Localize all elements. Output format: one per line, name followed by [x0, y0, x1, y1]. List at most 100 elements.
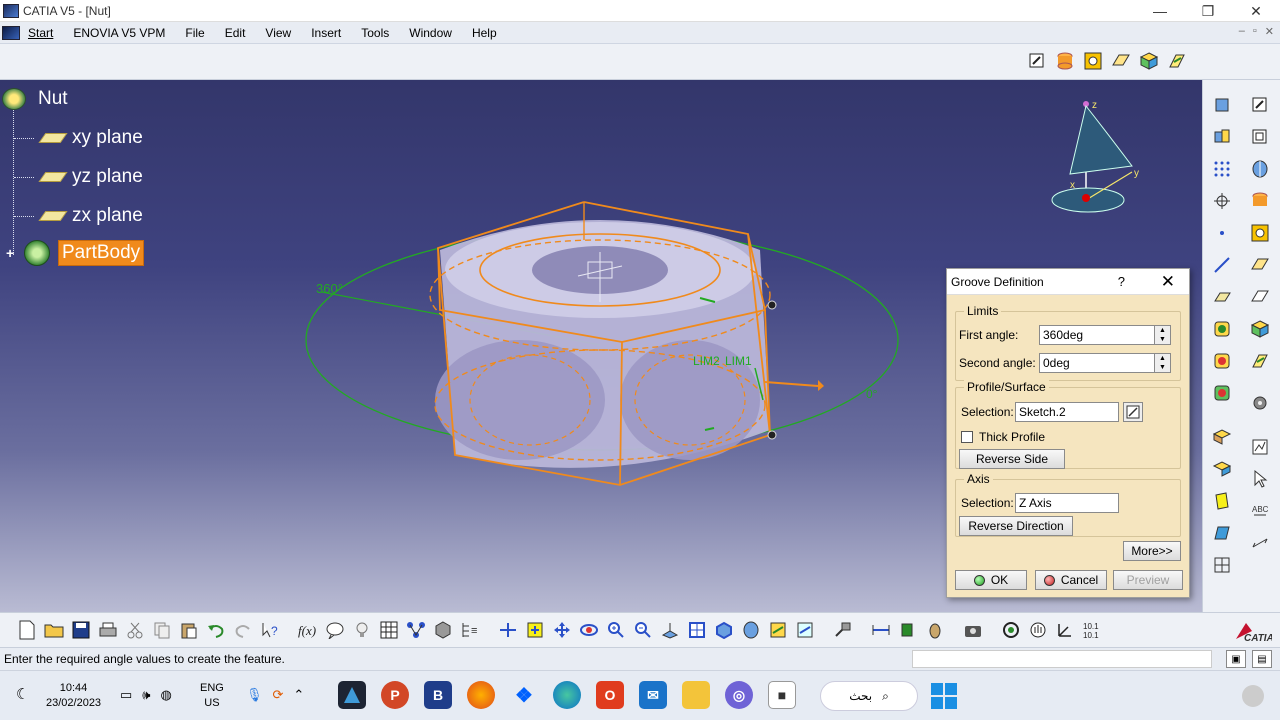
firefox-icon[interactable]	[467, 681, 495, 709]
capture-camera-icon[interactable]	[962, 619, 984, 641]
multi-view-icon[interactable]	[686, 619, 708, 641]
second-angle-input[interactable]: 0deg ▲ ▼	[1039, 353, 1171, 373]
power-input-field[interactable]	[912, 650, 1212, 668]
catia-taskbar-icon[interactable]	[338, 681, 366, 709]
formula-icon[interactable]: f(x)	[297, 619, 319, 641]
boolean-icon[interactable]	[1211, 350, 1233, 372]
menu-enovia[interactable]: ENOVIA V5 VPM	[63, 26, 175, 40]
pocket-icon[interactable]	[1082, 50, 1104, 72]
first-angle-spinner[interactable]: ▲ ▼	[1154, 326, 1170, 344]
menu-edit[interactable]: Edit	[215, 26, 256, 40]
table-icon[interactable]	[378, 619, 400, 641]
menu-help[interactable]: Help	[462, 26, 507, 40]
thickness-icon[interactable]	[1211, 490, 1233, 512]
grid-icon[interactable]	[1211, 158, 1233, 180]
preview-button[interactable]: Preview	[1113, 570, 1183, 590]
profile-selection-input[interactable]: Sketch.2	[1015, 402, 1119, 422]
multi-body-icon[interactable]	[1211, 126, 1233, 148]
tools-palette-icon[interactable]	[1211, 94, 1233, 116]
widgets-icon[interactable]	[1242, 685, 1264, 707]
cube-feature-icon[interactable]	[1249, 318, 1271, 340]
annotation-icon[interactable]	[1249, 436, 1271, 458]
windows-start-button[interactable]	[931, 683, 957, 709]
fit-all-icon[interactable]	[524, 619, 546, 641]
measure-between-icon[interactable]	[870, 619, 892, 641]
reverse-direction-button[interactable]: Reverse Direction	[959, 516, 1073, 536]
minimize-button[interactable]: —	[1136, 0, 1184, 22]
positioned-sketch-icon[interactable]	[1249, 126, 1271, 148]
rotate-icon[interactable]	[578, 619, 600, 641]
zoom-out-icon[interactable]	[632, 619, 654, 641]
first-angle-input[interactable]: 360deg ▲ ▼	[1039, 325, 1171, 345]
hole-icon[interactable]	[1249, 222, 1271, 244]
menu-insert[interactable]: Insert	[301, 26, 351, 40]
sketch-icon[interactable]	[1249, 94, 1271, 116]
normal-view-icon[interactable]	[659, 619, 681, 641]
point-icon[interactable]	[1211, 222, 1233, 244]
edge-icon[interactable]	[553, 681, 581, 709]
line-icon[interactable]	[1211, 254, 1233, 276]
plane-tool-icon[interactable]	[1211, 286, 1233, 308]
axis-system-icon[interactable]	[1211, 190, 1233, 212]
battery-icon[interactable]: ▭	[120, 687, 132, 703]
second-angle-spinner[interactable]: ▲ ▼	[1154, 354, 1170, 372]
slot-icon[interactable]	[1249, 286, 1271, 308]
rib-icon[interactable]	[1249, 254, 1271, 276]
surface-icon[interactable]	[1211, 522, 1233, 544]
pad-icon[interactable]	[1249, 190, 1271, 212]
whats-this-icon[interactable]: ?	[259, 619, 281, 641]
teams-chat-icon[interactable]: ◎	[725, 681, 753, 709]
copy-icon[interactable]	[151, 619, 173, 641]
doc-restore-button[interactable]: ▫	[1253, 25, 1257, 38]
status-stop-icon[interactable]: ▤	[1252, 650, 1272, 668]
measure-inertia-icon[interactable]	[924, 619, 946, 641]
lamp-icon[interactable]	[351, 619, 373, 641]
fly-mode-icon[interactable]	[497, 619, 519, 641]
macros-icon[interactable]	[1000, 619, 1022, 641]
cube-icon[interactable]	[1138, 50, 1160, 72]
menu-file[interactable]: File	[175, 26, 214, 40]
network-icon[interactable]: ◍	[161, 687, 172, 703]
zoom-in-icon[interactable]	[605, 619, 627, 641]
dialog-close-button[interactable]: ✕	[1161, 272, 1175, 292]
mail-icon[interactable]: ✉	[639, 681, 667, 709]
moon-icon[interactable]: ☾	[16, 685, 29, 703]
measure-icon[interactable]	[1211, 554, 1233, 576]
shaft-icon[interactable]	[1110, 50, 1132, 72]
file-explorer-icon[interactable]	[682, 681, 710, 709]
sketch-based-icon[interactable]	[1166, 50, 1188, 72]
tray-chevron-up-icon[interactable]: ⌃	[293, 687, 304, 703]
save-icon[interactable]	[70, 619, 92, 641]
powerpoint-icon[interactable]: P	[381, 681, 409, 709]
menu-window[interactable]: Window	[399, 26, 462, 40]
split-icon[interactable]	[1211, 458, 1233, 480]
design-table-icon[interactable]: ≡	[459, 619, 481, 641]
thick-profile-checkbox[interactable]	[961, 431, 973, 443]
sketcher-icon[interactable]	[1026, 50, 1048, 72]
menu-tools[interactable]: Tools	[351, 26, 399, 40]
restore-button[interactable]: ❐	[1184, 0, 1232, 22]
dimension-icon[interactable]	[1249, 532, 1271, 554]
measure-item-icon[interactable]	[897, 619, 919, 641]
cut-icon[interactable]	[124, 619, 146, 641]
volume-icon[interactable]: 🕪	[142, 687, 150, 703]
select-arrow-icon[interactable]	[1249, 468, 1271, 490]
text-icon[interactable]: ABC	[1249, 500, 1271, 522]
apply-material-icon[interactable]	[1211, 318, 1233, 340]
shading-icon[interactable]	[740, 619, 762, 641]
status-cmd-icon[interactable]: ▣	[1226, 650, 1246, 668]
reverse-side-button[interactable]: Reverse Side	[959, 449, 1065, 469]
undo-icon[interactable]	[205, 619, 227, 641]
help-button[interactable]: ?	[1118, 274, 1125, 289]
app-b-icon[interactable]: B	[424, 681, 452, 709]
axis-selection-input[interactable]: Z Axis	[1015, 493, 1119, 513]
redo-icon[interactable]	[232, 619, 254, 641]
settings-gear-icon[interactable]	[1249, 392, 1271, 414]
more-button[interactable]: More>>	[1123, 541, 1181, 561]
dialog-title-bar[interactable]: Groove Definition ? ✕	[947, 269, 1189, 295]
open-folder-icon[interactable]	[43, 619, 65, 641]
tools-icon[interactable]	[832, 619, 854, 641]
paste-icon[interactable]	[178, 619, 200, 641]
doc-close-button[interactable]: ✕	[1265, 25, 1274, 38]
sketch-edit-icon[interactable]	[1123, 402, 1143, 422]
